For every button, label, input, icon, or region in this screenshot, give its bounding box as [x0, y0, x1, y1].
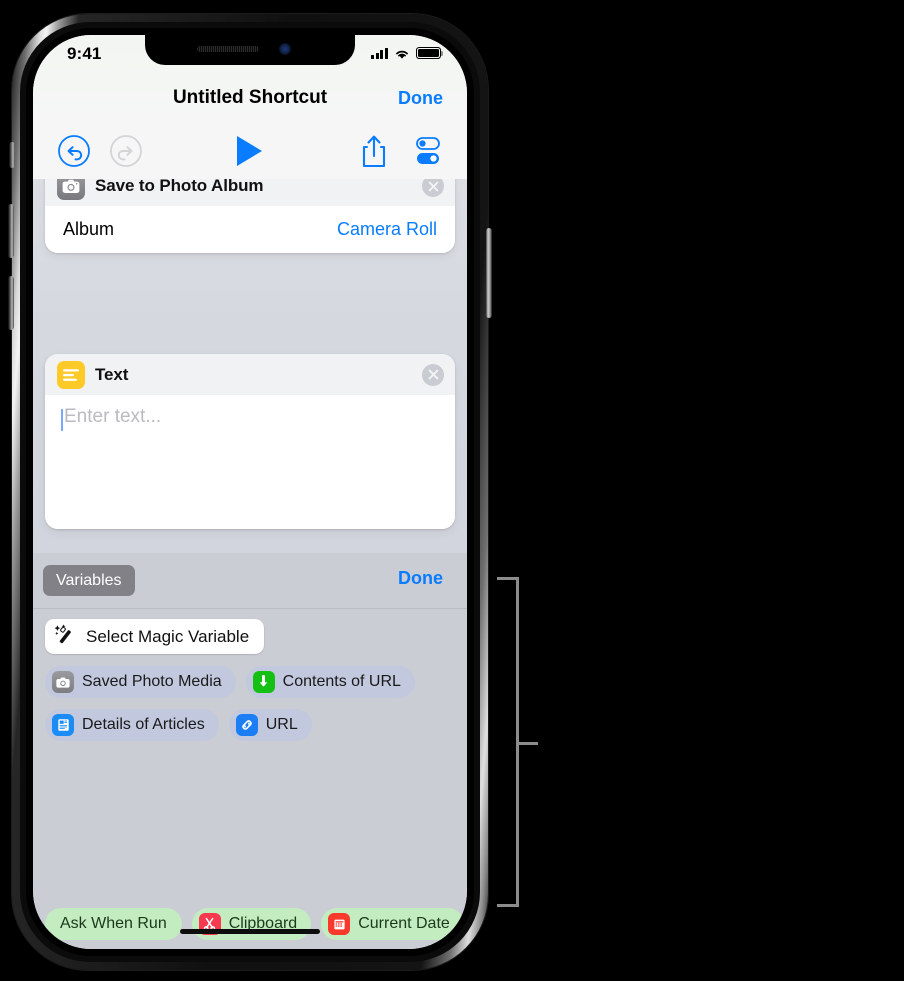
variables-done-button[interactable]: Done: [398, 568, 443, 589]
variable-chip-saved-photo-media[interactable]: Saved Photo Media: [45, 666, 236, 698]
editor-toolbar: [33, 123, 467, 179]
article-icon: [52, 714, 74, 736]
chip-label: Saved Photo Media: [82, 673, 222, 690]
variable-chip-ask-when-run[interactable]: Ask When Run: [45, 908, 182, 940]
download-arrow-icon: [252, 671, 275, 693]
phone-screen: 9:41 Untitled Shortcut Done Save to Phot…: [33, 35, 467, 949]
power-button[interactable]: [486, 228, 492, 318]
variables-toolbar: Variables Done: [33, 553, 467, 609]
play-icon[interactable]: [231, 135, 267, 167]
battery-icon: [416, 47, 444, 59]
variable-chip-clipboard[interactable]: Clipboard: [191, 908, 312, 940]
close-icon[interactable]: [422, 363, 444, 386]
parameter-value[interactable]: Camera Roll: [337, 219, 437, 240]
camera-icon: [52, 671, 74, 693]
cellular-signal-icon: [371, 47, 388, 59]
magic-button-label: Select Magic Variable: [86, 626, 250, 646]
screenshot-root: 9:41 Untitled Shortcut Done Save to Phot…: [0, 0, 904, 981]
wifi-icon: [394, 47, 410, 59]
camera-icon: [57, 179, 85, 200]
variable-chip-row-bottom: Ask When Run Clipboard Current Date: [45, 908, 464, 940]
status-indicators: [371, 47, 444, 59]
undo-icon[interactable]: [57, 134, 91, 168]
variables-panel: Select Magic Variable Saved Photo Media: [33, 609, 467, 949]
calendar-icon: [328, 913, 351, 935]
earpiece-speaker: [197, 46, 259, 52]
chip-label: Contents of URL: [282, 673, 401, 690]
text-lines-icon: [57, 360, 85, 389]
play-triangle: [236, 136, 262, 166]
volume-down-button[interactable]: [8, 276, 14, 330]
action-title: Text: [95, 364, 129, 384]
action-header[interactable]: Text: [45, 354, 455, 395]
action-header[interactable]: Save to Photo Album: [45, 179, 455, 206]
variable-chip-row: Saved Photo Media Contents of URL: [45, 666, 415, 698]
action-list[interactable]: Save to Photo Album Album Camera Roll Te…: [33, 179, 467, 553]
variable-chip-url[interactable]: URL: [228, 709, 312, 741]
chip-label: Details of Articles: [82, 716, 205, 733]
action-card-text[interactable]: Text Enter text...: [45, 354, 455, 529]
variable-chip-current-date[interactable]: Current Date: [321, 908, 464, 940]
status-time: 9:41: [67, 44, 102, 63]
share-icon[interactable]: [357, 133, 391, 169]
select-magic-variable-button[interactable]: Select Magic Variable: [45, 619, 265, 654]
volume-up-button[interactable]: [8, 204, 14, 258]
chip-label: Current Date: [358, 915, 450, 932]
chip-label: Ask When Run: [60, 915, 167, 932]
parameter-label: Album: [63, 219, 115, 239]
variables-title-pill[interactable]: Variables: [43, 565, 135, 596]
navigation-bar: Untitled Shortcut Done: [33, 77, 467, 123]
text-input-field[interactable]: Enter text...: [45, 395, 455, 529]
link-icon: [235, 714, 258, 736]
magic-wand-icon: [54, 624, 77, 649]
chip-label: URL: [265, 716, 298, 733]
text-caret: [61, 409, 63, 431]
action-card-save-to-photo-album[interactable]: Save to Photo Album Album Camera Roll: [45, 179, 455, 253]
settings-toggles-icon[interactable]: [409, 135, 447, 167]
text-placeholder: Enter text...: [64, 406, 162, 427]
nav-done-button[interactable]: Done: [398, 88, 443, 109]
bracket-pointer: [519, 742, 538, 745]
front-camera: [279, 43, 291, 55]
home-indicator[interactable]: [180, 929, 320, 934]
silent-switch[interactable]: [9, 142, 15, 168]
variable-chip-row: Details of Articles URL: [45, 709, 312, 741]
redo-icon: [109, 134, 143, 168]
variable-chip-details-of-articles[interactable]: Details of Articles: [45, 709, 219, 741]
notch: [145, 35, 355, 65]
action-title: Save to Photo Album: [95, 179, 264, 195]
bracket-bottom: [497, 904, 519, 907]
variable-chip-contents-of-url[interactable]: Contents of URL: [245, 666, 415, 698]
parameter-row-album[interactable]: Album Camera Roll: [45, 206, 455, 253]
callout-bracket: [497, 577, 538, 907]
close-icon[interactable]: [422, 179, 444, 197]
